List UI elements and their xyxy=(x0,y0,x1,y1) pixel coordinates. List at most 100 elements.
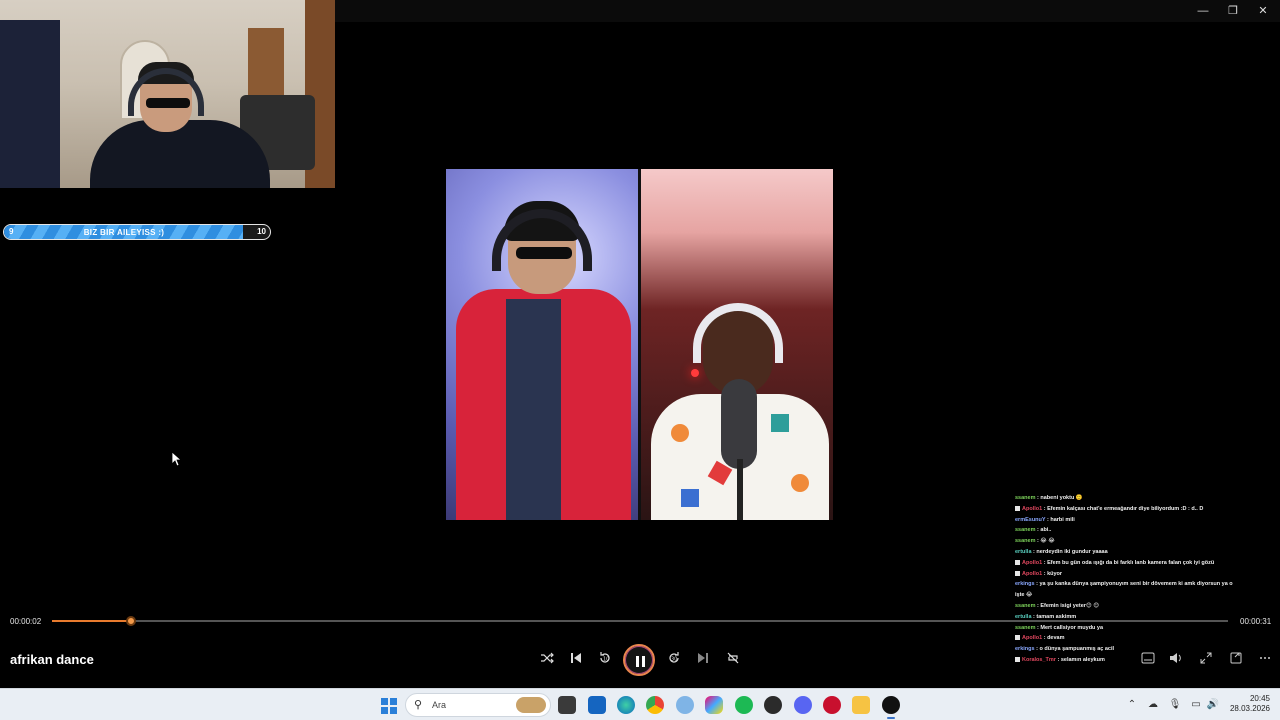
pause-button[interactable] xyxy=(623,644,655,676)
start-button[interactable] xyxy=(381,698,397,714)
chat-username: ertulla xyxy=(1015,613,1032,620)
skip-next-icon xyxy=(698,653,708,663)
svg-text:30: 30 xyxy=(671,657,677,663)
chat-username: Apollo1 xyxy=(1022,505,1043,512)
chat-message: Apollo1 : devam xyxy=(1015,633,1240,644)
mouse-cursor-icon xyxy=(171,451,183,472)
close-button[interactable]: ✕ xyxy=(1248,2,1278,20)
network-icon[interactable]: ▭ xyxy=(1189,698,1203,712)
video-frame[interactable] xyxy=(446,169,833,520)
file-explorer-icon[interactable] xyxy=(852,696,870,714)
seek-handle[interactable] xyxy=(125,616,136,626)
seek-bar[interactable] xyxy=(52,616,1228,626)
chat-message: Apollo1 : Efemin kalçası chat'e ermeağan… xyxy=(1015,504,1240,515)
more-options-button[interactable] xyxy=(1257,652,1273,668)
chat-message: Apollo1 : Efem bu gün oda ışığı da bi fa… xyxy=(1015,558,1240,569)
forward-30-button[interactable]: 30 xyxy=(665,651,683,669)
chat-message: ssanem : 😂 😂 xyxy=(1015,538,1055,545)
edge-icon[interactable] xyxy=(617,696,635,714)
chat-text: tamam askimm xyxy=(1036,613,1077,620)
task-view-icon[interactable] xyxy=(558,696,576,714)
seek-progress xyxy=(52,620,131,622)
chrome-icon[interactable] xyxy=(646,696,664,714)
chat-text: o dünya şampuanmış aç acil xyxy=(1039,646,1115,653)
chat-message: ssanem : nabeni yoktu 🙂 xyxy=(1015,495,1083,501)
media-app-icon[interactable] xyxy=(823,696,841,714)
chat-overlay: ssanem : nabeni yoktu 🙂 Apollo1 : Efemin … xyxy=(1015,493,1240,665)
shuffle-button[interactable] xyxy=(538,651,556,669)
total-time: 00:00:31 xyxy=(1240,617,1272,626)
volume-button[interactable] xyxy=(1168,652,1184,668)
chat-text: harbi mili xyxy=(1050,516,1075,523)
pause-icon xyxy=(636,656,639,667)
subtitles-button[interactable] xyxy=(1140,652,1156,668)
chat-username: Apollo1 xyxy=(1022,635,1043,642)
chat-text: selamın aleykum xyxy=(1060,656,1105,663)
chat-username: ssanem xyxy=(1015,527,1036,534)
minimize-button[interactable]: — xyxy=(1188,2,1218,20)
webcam-feed xyxy=(0,0,335,188)
repeat-off-button[interactable] xyxy=(724,651,742,669)
chat-username: ertulla xyxy=(1015,548,1032,555)
windows-logo-icon xyxy=(381,698,388,705)
chat-text: abi.. xyxy=(1040,527,1052,534)
chat-username: Koralos_Tmr xyxy=(1022,656,1056,663)
miniplayer-icon xyxy=(1230,652,1242,664)
spotify-icon[interactable] xyxy=(735,696,753,714)
expand-icon xyxy=(1200,652,1212,664)
chat-text: Mert callsiyor muydu ya xyxy=(1040,624,1104,631)
media-title: afrikan dance xyxy=(10,652,94,667)
more-icon xyxy=(1260,657,1270,659)
microphone-icon[interactable]: 🎙 xyxy=(1168,698,1182,712)
settings-gear-icon[interactable] xyxy=(676,696,694,714)
chat-badge-icon xyxy=(1015,505,1020,511)
chat-username: ssanem xyxy=(1015,624,1036,631)
chat-text: işte 😂 xyxy=(1015,592,1033,599)
chat-text: küyor xyxy=(1047,570,1063,577)
chat-badge-icon xyxy=(1015,559,1020,565)
chat-username: Apollo1 xyxy=(1022,559,1043,566)
rewind-10-button[interactable]: 10 xyxy=(596,651,614,669)
chat-text: Efemin kalçası chat'e ermeağandır diye b… xyxy=(1047,505,1204,512)
chat-message: ssanem : abi.. xyxy=(1015,527,1052,534)
volume-icon xyxy=(1170,653,1181,663)
outlook-icon[interactable] xyxy=(588,696,606,714)
chat-username: ssanem xyxy=(1015,495,1036,501)
speaker-icon[interactable]: 🔊 xyxy=(1206,698,1220,712)
previous-button[interactable] xyxy=(567,651,585,669)
taskbar-search[interactable]: ⚲ Ara xyxy=(405,693,551,717)
chat-message: erkings : ya şu kanka dünya şampiyonuyım… xyxy=(1015,581,1233,588)
chat-text: nerdeydin iki gundur yaaaa xyxy=(1036,548,1108,555)
chat-username: erkings xyxy=(1015,646,1035,653)
chat-message: işte 😂 xyxy=(1015,590,1240,601)
discord-icon[interactable] xyxy=(794,696,812,714)
maximize-button[interactable]: ❐ xyxy=(1218,2,1248,20)
search-placeholder: Ara xyxy=(432,700,447,710)
chat-text: Efemin isigi yeter😊 😊 xyxy=(1040,602,1099,609)
chat-username: ermEsunuY xyxy=(1015,516,1046,523)
fullscreen-button[interactable] xyxy=(1198,652,1214,668)
chat-text: Efem bu gün oda ışığı da bi farklı lanb … xyxy=(1047,559,1215,566)
skip-previous-icon xyxy=(571,653,581,663)
shuffle-icon xyxy=(541,652,554,664)
cloud-off-icon[interactable]: ☁ xyxy=(1146,698,1160,712)
next-button[interactable] xyxy=(694,651,712,669)
app-icon[interactable] xyxy=(764,696,782,714)
clock-time: 20:45 xyxy=(1249,694,1270,703)
copilot-icon[interactable] xyxy=(705,696,723,714)
taskbar: ⚲ Ara ⌃ ☁ 🎙 ▭ 🔊 20:45 28.03.2026 xyxy=(0,688,1280,720)
media-player-icon[interactable] xyxy=(882,696,900,719)
search-highlight-image xyxy=(516,697,546,713)
current-time: 00:00:02 xyxy=(10,617,42,626)
chat-text: devam xyxy=(1047,635,1065,642)
system-clock[interactable]: 20:45 28.03.2026 xyxy=(1226,694,1270,714)
miniplayer-button[interactable] xyxy=(1228,652,1244,668)
chat-badge-icon xyxy=(1015,635,1020,641)
chat-username: erkings xyxy=(1015,581,1035,588)
svg-text:10: 10 xyxy=(603,657,609,663)
chat-username: ssanem xyxy=(1015,538,1036,545)
chevron-up-icon[interactable]: ⌃ xyxy=(1125,698,1139,712)
goal-end-value: 10 xyxy=(257,227,266,236)
chat-text: nabeni yoktu 🙂 xyxy=(1040,495,1083,501)
chat-message: ssanem : Efemin isigi yeter😊 😊 xyxy=(1015,602,1099,609)
